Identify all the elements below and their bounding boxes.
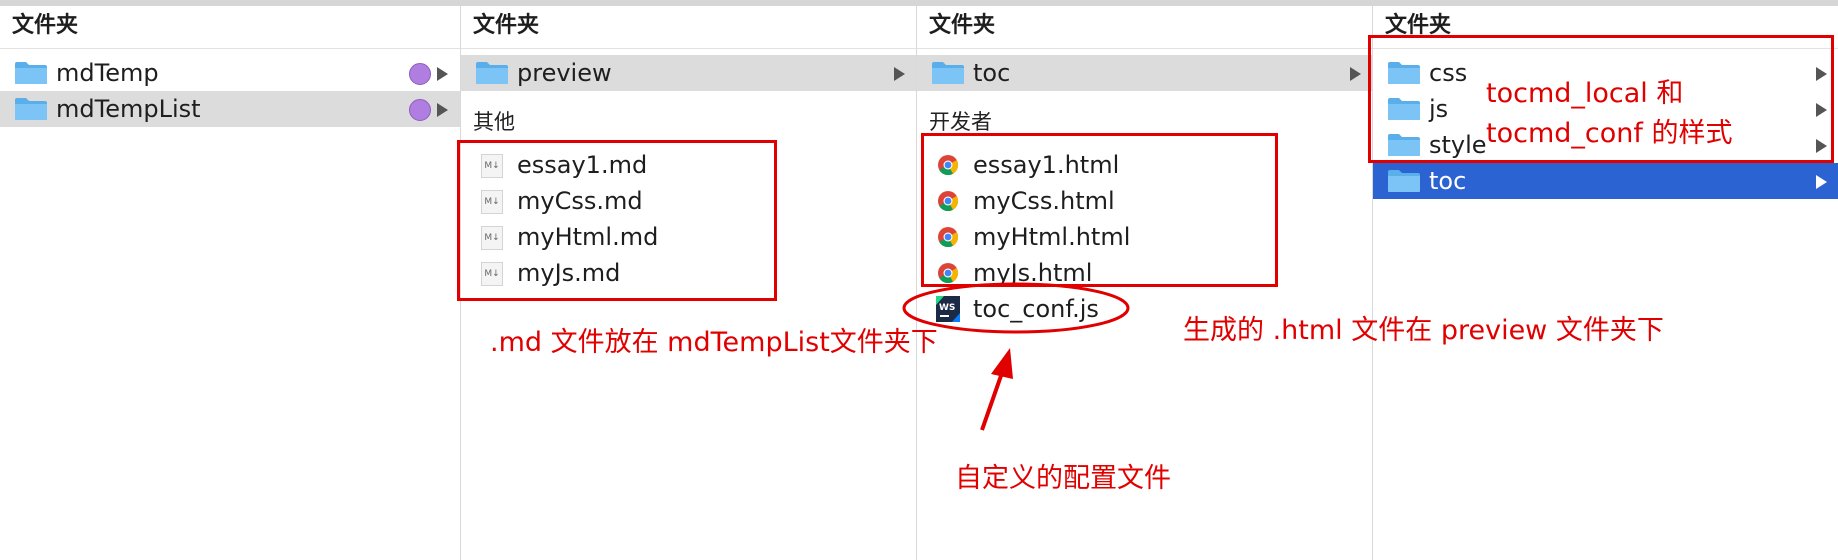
- annotation-html-note: 生成的 .html 文件在 preview 文件夹下: [1183, 315, 1664, 346]
- annotation-conf-note: 自定义的配置文件: [955, 463, 1171, 494]
- annotation-md-note: .md 文件放在 mdTempList文件夹下: [490, 327, 938, 358]
- column-header: 文件夹: [461, 6, 917, 49]
- section-label-developer: 开发者: [929, 110, 992, 134]
- folder-name: toc: [1429, 167, 1467, 195]
- folder-name: mdTempList: [56, 95, 201, 123]
- highlight-box-html-files: [921, 133, 1278, 287]
- folder-icon: [931, 61, 965, 85]
- folder-row-preview[interactable]: preview: [461, 55, 917, 91]
- purple-tag-dot: [409, 99, 431, 121]
- chevron-right-icon: [437, 67, 448, 81]
- folder-icon: [1387, 169, 1421, 193]
- purple-tag-dot: [409, 63, 431, 85]
- section-label-other: 其他: [473, 110, 515, 134]
- folder-name: toc: [973, 59, 1011, 87]
- folder-icon: [475, 61, 509, 85]
- chevron-right-icon: [894, 67, 905, 81]
- folder-name: preview: [517, 59, 612, 87]
- folder-row-mdtemplist[interactable]: mdTempList: [0, 91, 460, 127]
- column-header: 文件夹: [917, 6, 1373, 49]
- chevron-right-icon: [437, 103, 448, 117]
- chevron-right-icon: [1350, 67, 1361, 81]
- ws-icon-text: WS: [939, 303, 955, 313]
- column-header: 文件夹: [0, 6, 460, 49]
- folder-row-toc-selected[interactable]: toc: [1373, 163, 1838, 199]
- annotation-style-note-line1: tocmd_local 和: [1486, 78, 1684, 109]
- folder-row-toc[interactable]: toc: [917, 55, 1373, 91]
- file-name: toc_conf.js: [973, 295, 1099, 323]
- folder-icon: [14, 97, 48, 121]
- highlight-box-md-files: [457, 140, 777, 301]
- folder-row-mdtemp[interactable]: mdTemp: [0, 55, 460, 91]
- webstorm-file-icon: WS: [936, 296, 960, 322]
- folder-name: mdTemp: [56, 59, 159, 87]
- folder-icon: [14, 61, 48, 85]
- annotation-style-note-line2: tocmd_conf 的样式: [1486, 118, 1733, 149]
- chevron-right-icon: [1816, 175, 1827, 189]
- finder-column-1[interactable]: 文件夹 mdTemp mdTempList: [0, 6, 460, 560]
